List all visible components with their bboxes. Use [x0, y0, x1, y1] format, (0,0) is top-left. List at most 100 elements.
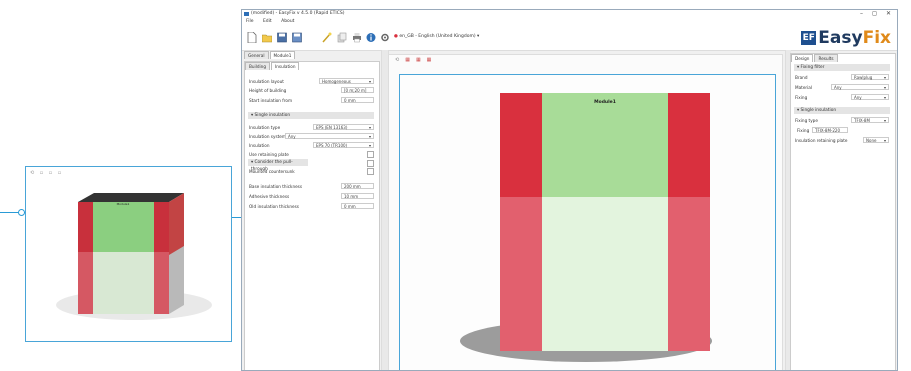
open-folder-icon[interactable]	[262, 32, 272, 43]
insulation-label: Insulation	[249, 143, 270, 148]
tab-general[interactable]: General	[244, 51, 269, 59]
view-side-icon[interactable]: ▦	[416, 57, 421, 63]
easyfix-logo: EF EasyFix	[801, 28, 891, 48]
settings-icon[interactable]	[380, 32, 390, 43]
tab-design[interactable]: Design	[791, 54, 814, 62]
insulation-value: EPS 70 (TR100)	[316, 143, 348, 148]
chevron-down-icon: ▾	[368, 143, 371, 148]
single-insulation-section[interactable]: ▾ Single insulation	[248, 112, 374, 119]
retaining-plate-checkbox[interactable]	[367, 151, 374, 158]
tab-building[interactable]: Building	[245, 62, 270, 70]
insulation-layout-value: Homogeneous	[322, 79, 351, 84]
window-title: (modified) - EasyFix v 4.5.0 (Rapid ETIC…	[251, 11, 345, 16]
inset-3d-model: Module1	[56, 193, 212, 320]
consider-pull-through-section[interactable]: ▾ Consider the pull-through	[248, 159, 308, 172]
brand-select[interactable]: Rawlplug ▾	[851, 74, 889, 80]
brand-label: Brand	[795, 75, 808, 80]
insulation-type-label: Insulation type	[249, 125, 281, 130]
insulation-type-select[interactable]: EPS (EN 13163) ▾	[313, 124, 374, 130]
view-front-icon[interactable]: ▦	[405, 57, 410, 63]
view-toolbar: ⟲ ▦ ▦ ▦	[395, 57, 431, 63]
fixing-select[interactable]: Any ▾	[851, 94, 889, 100]
material-select[interactable]: Any ▾	[831, 84, 889, 90]
retaining-plate-select[interactable]: None ▾	[863, 137, 889, 143]
insulation-system-value: Any	[288, 134, 296, 139]
mounted-countersunk-checkbox[interactable]	[367, 168, 374, 175]
menu-about[interactable]: About	[281, 19, 294, 24]
close-button[interactable]: ✕	[886, 10, 891, 18]
minimize-button[interactable]: –	[860, 10, 863, 18]
brand-value: Rawlplug	[854, 75, 873, 80]
start-insulation-label: Start insulation from	[249, 98, 293, 103]
tab-results[interactable]: Results	[814, 54, 838, 62]
print-icon[interactable]	[352, 32, 362, 43]
retaining-plate-value: None	[866, 138, 877, 143]
start-insulation-field[interactable]: 0 mm	[341, 97, 374, 103]
logo-mark: EF	[801, 31, 817, 45]
height-field[interactable]: [0 m;20 m]	[341, 87, 374, 93]
chevron-down-icon: ▾	[368, 134, 371, 139]
fixing-item-field[interactable]: TFIX-8M-220	[812, 127, 848, 133]
model-viewport[interactable]: ⟲ ▦ ▦ ▦ Module1	[388, 54, 783, 370]
base-thickness-field[interactable]: 200 mm	[341, 183, 374, 189]
view-top-icon[interactable]: ▦	[427, 57, 432, 63]
material-label: Material	[795, 85, 813, 90]
retaining-plate-right-label: Insulation retaining plate	[795, 138, 848, 143]
mounted-countersunk-label: Mounted countersunk	[249, 169, 295, 174]
single-insulation-title: Single insulation	[254, 113, 291, 118]
old-thickness-field[interactable]: 0 mm	[341, 203, 374, 209]
menu-edit[interactable]: Edit	[263, 19, 272, 24]
title-bar: (modified) - EasyFix v 4.5.0 (Rapid ETIC…	[242, 10, 897, 18]
fixing-label: Fixing	[795, 95, 808, 100]
right-tabs: Design Results	[791, 54, 839, 62]
fixing-item-label: Fixing	[797, 128, 810, 133]
front-view-frame: Module1	[399, 74, 776, 370]
insulation-system-select[interactable]: Any ▾	[285, 133, 374, 139]
chevron-down-icon: ▾	[883, 75, 886, 80]
logo-word-fix: Fix	[862, 28, 891, 48]
chevron-down-icon: ▾	[368, 125, 371, 130]
inset-3d-view: ⟲ ▫ ▫ ▫ Module1	[25, 166, 232, 342]
fixing-filter-title: Fixing filter	[800, 65, 825, 70]
module-label: Module1	[594, 99, 616, 105]
outer-tabs: General Module1	[244, 51, 296, 59]
fixing-value: Any	[854, 95, 862, 100]
insulation-select[interactable]: EPS 70 (TR100) ▾	[313, 142, 374, 148]
chevron-down-icon: ▾	[368, 79, 371, 84]
chevron-down-icon: ▾	[883, 95, 886, 100]
menu-file[interactable]: File	[246, 19, 254, 24]
material-value: Any	[834, 85, 842, 90]
info-icon[interactable]	[366, 32, 376, 43]
copy-icon[interactable]	[337, 32, 347, 43]
insulation-type-value: EPS (EN 13163)	[316, 125, 348, 130]
fixing-type-label: Fixing type	[795, 118, 818, 123]
old-thickness-label: Old insulation thickness	[249, 204, 299, 209]
app-window: (modified) - EasyFix v 4.5.0 (Rapid ETIC…	[241, 9, 898, 371]
logo-wordmark: EasyFix	[818, 28, 891, 48]
insulation-system-label: Insulation system	[249, 134, 286, 139]
adhesive-thickness-field[interactable]: 10 mm	[341, 193, 374, 199]
tab-insulation[interactable]: Insulation	[271, 62, 300, 70]
save-icon[interactable]	[277, 32, 287, 43]
chevron-down-icon: ▾	[883, 138, 886, 143]
fixing-type-select[interactable]: TFIX-8M ▾	[851, 117, 889, 123]
height-label: Height of building	[249, 88, 287, 93]
insulation-layout-label: Insulation layout	[249, 79, 284, 84]
fixing-filter-section[interactable]: ▾ Fixing filter	[794, 64, 890, 71]
adhesive-thickness-label: Adhesive thickness	[249, 194, 290, 199]
fixing-panel: ▾ Fixing filter Brand Rawlplug ▾ Material…	[790, 53, 896, 370]
right-single-insulation-section[interactable]: ▾ Single insulation	[794, 107, 890, 114]
maximize-button[interactable]: ◻	[872, 10, 877, 18]
rotate-icon[interactable]: ⟲	[395, 57, 399, 63]
consider-pull-through-checkbox[interactable]	[367, 160, 374, 167]
save-as-icon[interactable]	[292, 32, 302, 43]
tab-module1[interactable]: Module1	[269, 51, 296, 59]
wizard-icon[interactable]	[322, 32, 332, 43]
language-selector[interactable]: ● en_GB - English (United Kingdom) ▾	[394, 34, 479, 39]
right-single-insulation-title: Single insulation	[800, 108, 837, 113]
new-file-icon[interactable]	[247, 32, 257, 43]
insulation-layout-select[interactable]: Homogeneous ▾	[319, 78, 374, 84]
insulation-panel: Insulation layout Homogeneous ▾ Height of…	[244, 61, 380, 370]
chevron-down-icon: ▾	[883, 85, 886, 90]
logo-word-easy: Easy	[818, 28, 863, 48]
